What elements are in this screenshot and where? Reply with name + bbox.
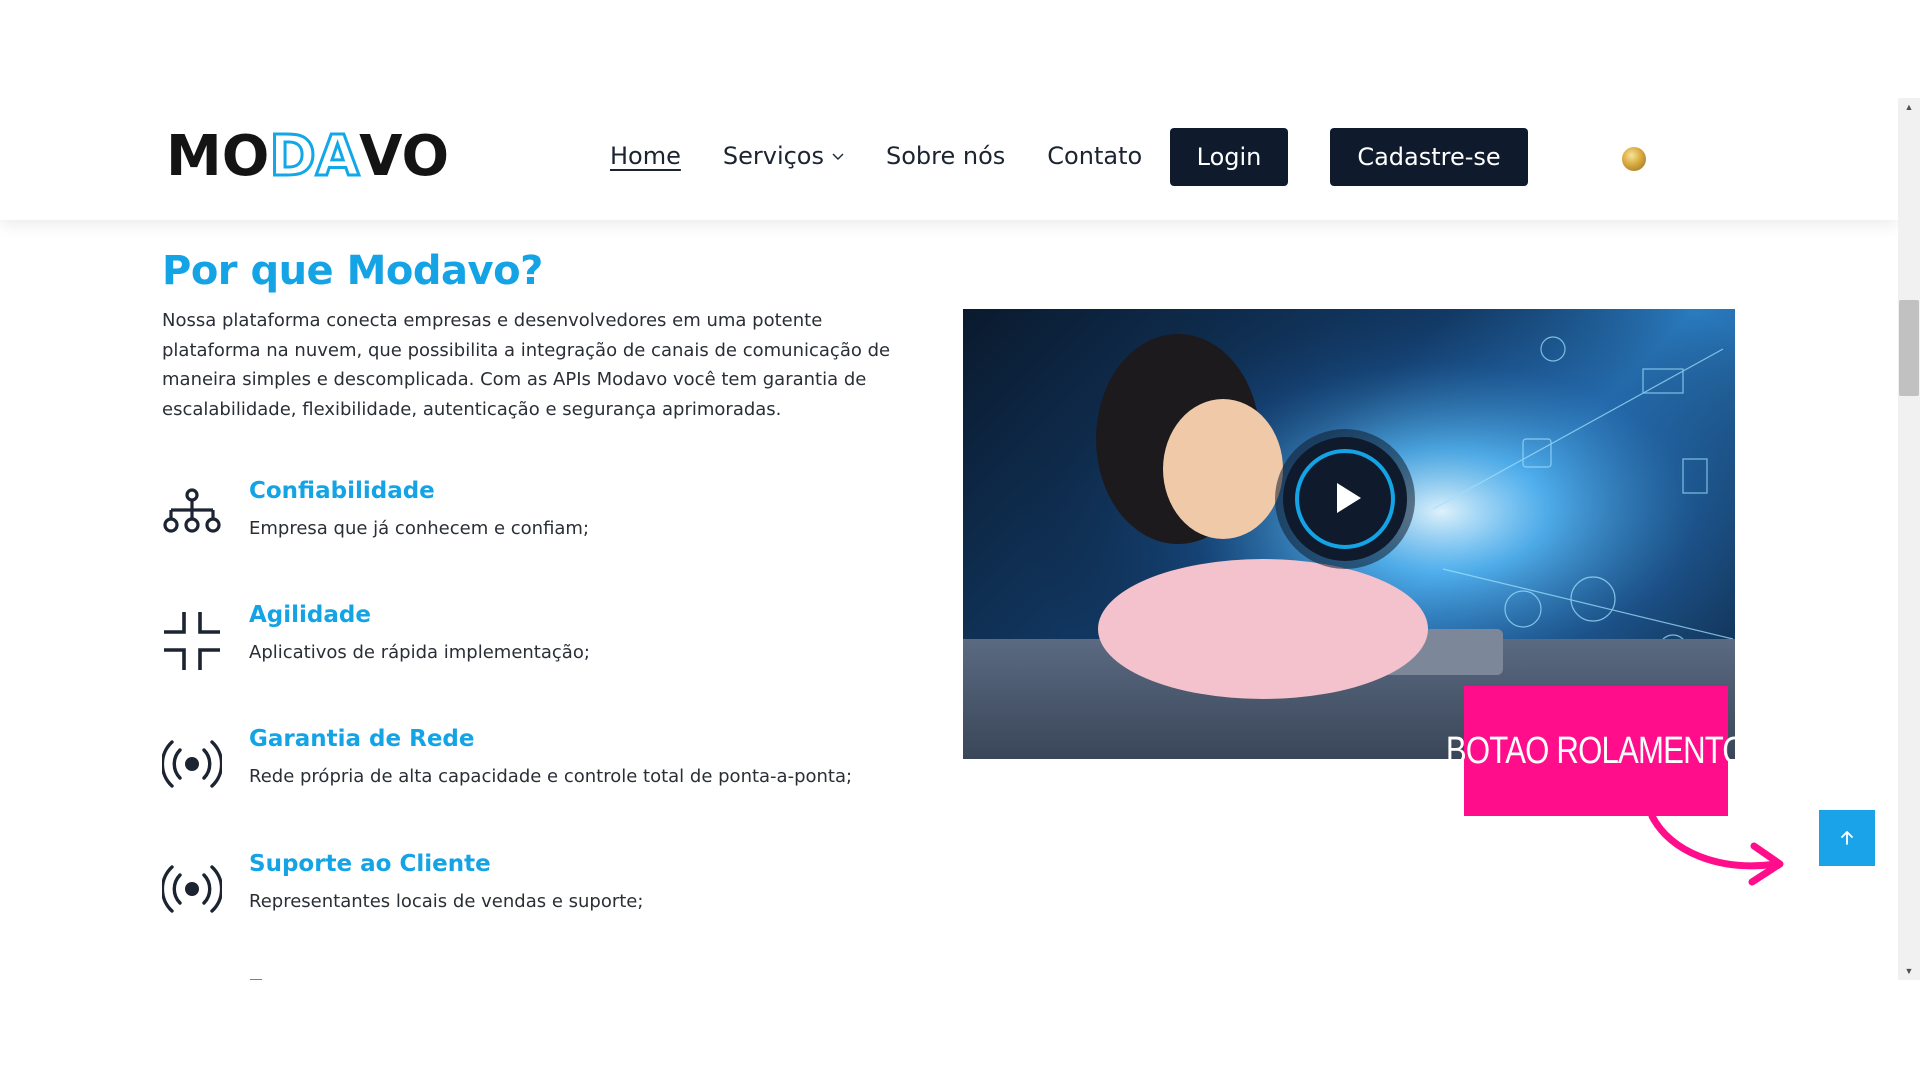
feature-title: Confiabilidade xyxy=(249,478,435,504)
arrow-up-icon xyxy=(1841,831,1853,845)
intro-paragraph: Nossa plataforma conecta empresas e dese… xyxy=(162,310,891,420)
scrollbar-thumb[interactable] xyxy=(1899,300,1919,396)
network-icon xyxy=(163,488,221,533)
signup-button[interactable]: Cadastre-se xyxy=(1330,128,1528,186)
annotation-label: BOTAO ROLAMENTO xyxy=(1446,686,1747,816)
main-nav: Home Serviços Sobre nós Contato xyxy=(610,142,1184,170)
play-icon xyxy=(1337,483,1361,513)
feature-title: Agilidade xyxy=(249,602,371,628)
nav-home[interactable]: Home xyxy=(610,142,681,170)
collapse-icon xyxy=(164,612,220,670)
broadcast-icon xyxy=(162,740,222,788)
next-feature-cutoff xyxy=(250,979,262,980)
scroll-up-arrow-icon[interactable]: ▲ xyxy=(1898,98,1920,116)
language-flag-icon[interactable] xyxy=(1622,147,1646,171)
annotation-arrow-icon xyxy=(1648,812,1784,886)
modavo-logo[interactable]: MO DA VO xyxy=(166,124,450,189)
feature-title: Garantia de Rede xyxy=(249,726,475,752)
video-play-button[interactable] xyxy=(1283,437,1407,561)
broadcast-icon xyxy=(162,865,222,913)
annotation-text: BOTAO ROLAMENTO xyxy=(1446,729,1747,772)
logo-part-3: VO xyxy=(359,124,450,189)
feature-title: Suporte ao Cliente xyxy=(249,851,491,877)
chevron-down-icon xyxy=(832,153,844,160)
logo-part-1: MO xyxy=(166,124,270,189)
nav-sobre-nos[interactable]: Sobre nós xyxy=(886,142,1005,170)
feature-description: Rede própria de alta capacidade e contro… xyxy=(249,766,853,787)
navbar: MO DA VO Home Serviços Sobre nós Contato… xyxy=(0,98,1898,220)
login-button[interactable]: Login xyxy=(1170,128,1288,186)
feature-description: Aplicativos de rápida implementação; xyxy=(249,642,590,663)
scroll-down-arrow-icon[interactable]: ▼ xyxy=(1898,962,1920,980)
scroll-to-top-button[interactable] xyxy=(1819,810,1875,866)
feature-description: Empresa que já conhecem e confiam; xyxy=(249,518,590,539)
vertical-scrollbar[interactable]: ▲ ▼ xyxy=(1898,98,1920,980)
page-viewport: MO DA VO Home Serviços Sobre nós Contato… xyxy=(0,98,1898,980)
feature-description: Representantes locais de vendas e suport… xyxy=(249,891,644,912)
nav-servicos[interactable]: Serviços xyxy=(723,142,844,170)
nav-contato[interactable]: Contato xyxy=(1047,142,1142,170)
section-title: Por que Modavo? xyxy=(162,248,543,294)
logo-part-2: DA xyxy=(268,124,361,189)
nav-servicos-label: Serviços xyxy=(722,142,824,170)
